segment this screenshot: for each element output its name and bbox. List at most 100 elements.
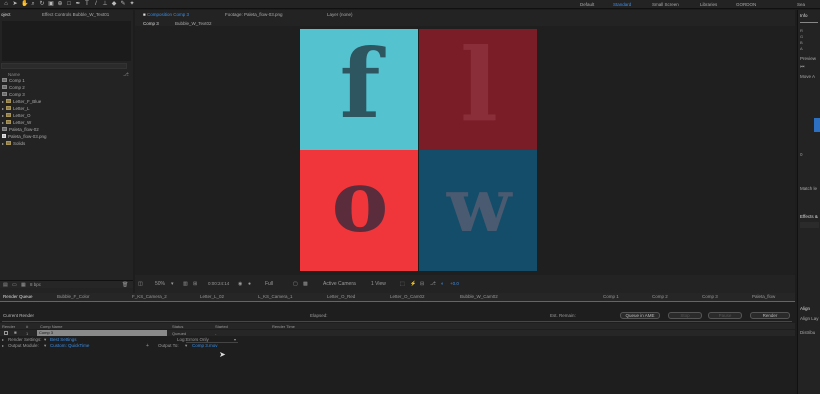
expand-chevron-icon[interactable]: ▸	[2, 343, 4, 348]
chevron-down-icon[interactable]: ▾	[44, 343, 46, 349]
effects-search-input[interactable]	[800, 222, 819, 228]
workspace-small-screen[interactable]: Small Screen	[652, 2, 679, 7]
table-row[interactable]: ■ 1 Comp 3 Queued -	[0, 330, 795, 336]
brush-tool-icon[interactable]: /	[93, 1, 99, 7]
zoom-dropdown[interactable]: 50%	[155, 281, 165, 287]
list-item[interactable]: ▸ Letter_L	[2, 105, 30, 111]
move-anchor-label[interactable]: Move A	[800, 74, 815, 79]
tab-letter-o-cam02[interactable]: Letter_O_Cam02	[390, 294, 425, 299]
bpc-label[interactable]: 8 bpc	[30, 282, 41, 287]
trash-icon[interactable]: 🗑	[122, 282, 128, 288]
fast-preview-icon[interactable]: ⚡	[410, 281, 416, 287]
camera-tool-icon[interactable]: ▣	[48, 1, 54, 7]
output-to-value[interactable]: Comp 3.mov	[192, 343, 218, 348]
anchor-grid[interactable]	[814, 118, 820, 132]
toggle-pixel-icon[interactable]: ⬚	[400, 281, 405, 287]
expand-chevron-icon[interactable]: ▸	[2, 337, 4, 342]
pause-button[interactable]: Pause	[708, 312, 742, 319]
tab-comp1[interactable]: Comp 1	[603, 294, 619, 299]
tab-preview[interactable]: Preview	[800, 56, 816, 61]
tab-letter-l-02[interactable]: Letter_L_02	[200, 294, 224, 299]
tab-letter-o-red[interactable]: Letter_O_Red	[327, 294, 355, 299]
selection-tool-icon[interactable]: ➤	[12, 1, 18, 7]
project-search-input[interactable]	[1, 63, 127, 69]
workspace-gordon[interactable]: GORDON	[736, 2, 756, 7]
tab-info[interactable]: Info	[800, 13, 808, 18]
hand-tool-icon[interactable]: ✋	[21, 1, 28, 7]
col-render-time[interactable]: Render Time	[272, 324, 295, 329]
workspace-libraries[interactable]: Libraries	[700, 2, 717, 7]
match-label[interactable]: Match le	[800, 186, 817, 191]
queue-in-ame-button[interactable]: Queue in AME	[620, 312, 660, 319]
new-composition-icon[interactable]: ▦	[21, 282, 26, 288]
always-preview-icon[interactable]: ◫	[138, 281, 143, 287]
interpret-footage-icon[interactable]: ▤	[3, 282, 8, 288]
roto-brush-tool-icon[interactable]: ✎	[120, 1, 126, 7]
flowchart-icon[interactable]: ⎇	[123, 72, 129, 78]
tab-comp2[interactable]: Comp 2	[652, 294, 668, 299]
render-checkbox[interactable]	[4, 331, 8, 335]
list-item[interactable]: Comp 2	[2, 84, 25, 90]
current-time[interactable]: 0:00:24:14	[208, 281, 229, 286]
mask-tool-icon[interactable]: □	[66, 1, 72, 7]
camera-dropdown[interactable]: Active Camera	[323, 281, 356, 287]
puppet-tool-icon[interactable]: ✦	[129, 1, 135, 7]
label-color-icon[interactable]: ■	[14, 330, 17, 335]
new-folder-icon[interactable]: ▭	[12, 282, 17, 288]
clone-tool-icon[interactable]: ⊥	[102, 1, 108, 7]
tab-bubble-f-color[interactable]: Bubble_F_Color	[57, 294, 90, 299]
col-render[interactable]: Render	[2, 324, 15, 329]
tab-effects-presets[interactable]: Effects &	[800, 214, 818, 219]
tab-l-ks-camera-1[interactable]: L_KS_Camera_1	[258, 294, 293, 299]
render-button[interactable]: Render	[750, 312, 790, 319]
timeline-icon[interactable]: ⊟	[420, 281, 424, 287]
list-item[interactable]: Comp 3	[2, 91, 25, 97]
exposure-icon[interactable]: ◐	[441, 281, 444, 287]
eraser-tool-icon[interactable]: ◆	[111, 1, 117, 7]
col-status[interactable]: Status	[172, 324, 183, 329]
region-of-interest-icon[interactable]: ▢	[293, 281, 298, 287]
list-item[interactable]: Paleta_flow-03.png	[2, 133, 47, 139]
pen-tool-icon[interactable]: ✒	[75, 1, 81, 7]
chevron-down-icon[interactable]: ▾	[171, 281, 174, 287]
tab-paleta-flow[interactable]: Paleta_flow	[752, 294, 775, 299]
comp-name-cell[interactable]: Comp 3	[37, 330, 167, 336]
snapshot-icon[interactable]: ◉	[238, 281, 242, 287]
search-help-label[interactable]: Sea	[797, 2, 805, 7]
tab-project[interactable]: oject	[1, 12, 11, 17]
list-item[interactable]: Paleta_flow-02	[2, 126, 39, 132]
rotate-tool-icon[interactable]: ↻	[39, 1, 45, 7]
tab-f-ks-camera-2[interactable]: F_KS_Camera_2	[132, 294, 167, 299]
exposure-value[interactable]: +0.0	[450, 281, 459, 286]
col-number[interactable]: #	[26, 324, 28, 329]
play-controls-icon[interactable]: ⏮	[800, 64, 805, 70]
workspace-standard[interactable]: Standard	[613, 2, 631, 7]
chevron-down-icon[interactable]: ▾	[234, 337, 236, 342]
flowchart-icon[interactable]: ⎇	[430, 281, 436, 287]
workspace-default[interactable]: Default	[580, 2, 594, 7]
text-tool-icon[interactable]: T	[84, 1, 90, 7]
views-dropdown[interactable]: 1 View	[371, 281, 386, 287]
col-comp-name[interactable]: Comp Name	[40, 324, 62, 329]
tab-bubble-w-cam02[interactable]: Bubble_W_Cam02	[460, 294, 498, 299]
tab-comp3[interactable]: Comp 3	[702, 294, 718, 299]
list-item[interactable]: ▸ Letter_F_Blue	[2, 98, 41, 104]
grid-icon[interactable]: ⊞	[193, 281, 197, 287]
pan-behind-tool-icon[interactable]: ⊕	[57, 1, 63, 7]
resolution-dropdown[interactable]: Full	[265, 281, 273, 287]
col-started[interactable]: Started	[215, 324, 228, 329]
output-module-value[interactable]: Custom: QuickTime	[50, 343, 89, 348]
tab-align[interactable]: Align	[800, 306, 810, 311]
tab-effect-controls[interactable]: Effect Controls Bubble_W_Text01	[42, 12, 109, 17]
list-item[interactable]: ▸ Letter_W	[2, 119, 31, 125]
chevron-down-icon[interactable]: ▾	[185, 343, 187, 349]
color-channel-icon[interactable]: ●	[248, 281, 251, 287]
list-item[interactable]: Comp 1	[2, 77, 25, 83]
list-item[interactable]: ▸ Letter_O	[2, 112, 31, 118]
tab-render-queue[interactable]: Render Queue	[3, 294, 33, 299]
tab-footage[interactable]: Footage: Paleta_flow-03.png	[225, 12, 283, 17]
safe-zones-icon[interactable]: ▥	[183, 281, 188, 287]
value-field[interactable]: 0	[800, 152, 803, 157]
list-item[interactable]: ▸ Solids	[2, 140, 25, 146]
tab-layer[interactable]: Layer (none)	[327, 12, 353, 17]
